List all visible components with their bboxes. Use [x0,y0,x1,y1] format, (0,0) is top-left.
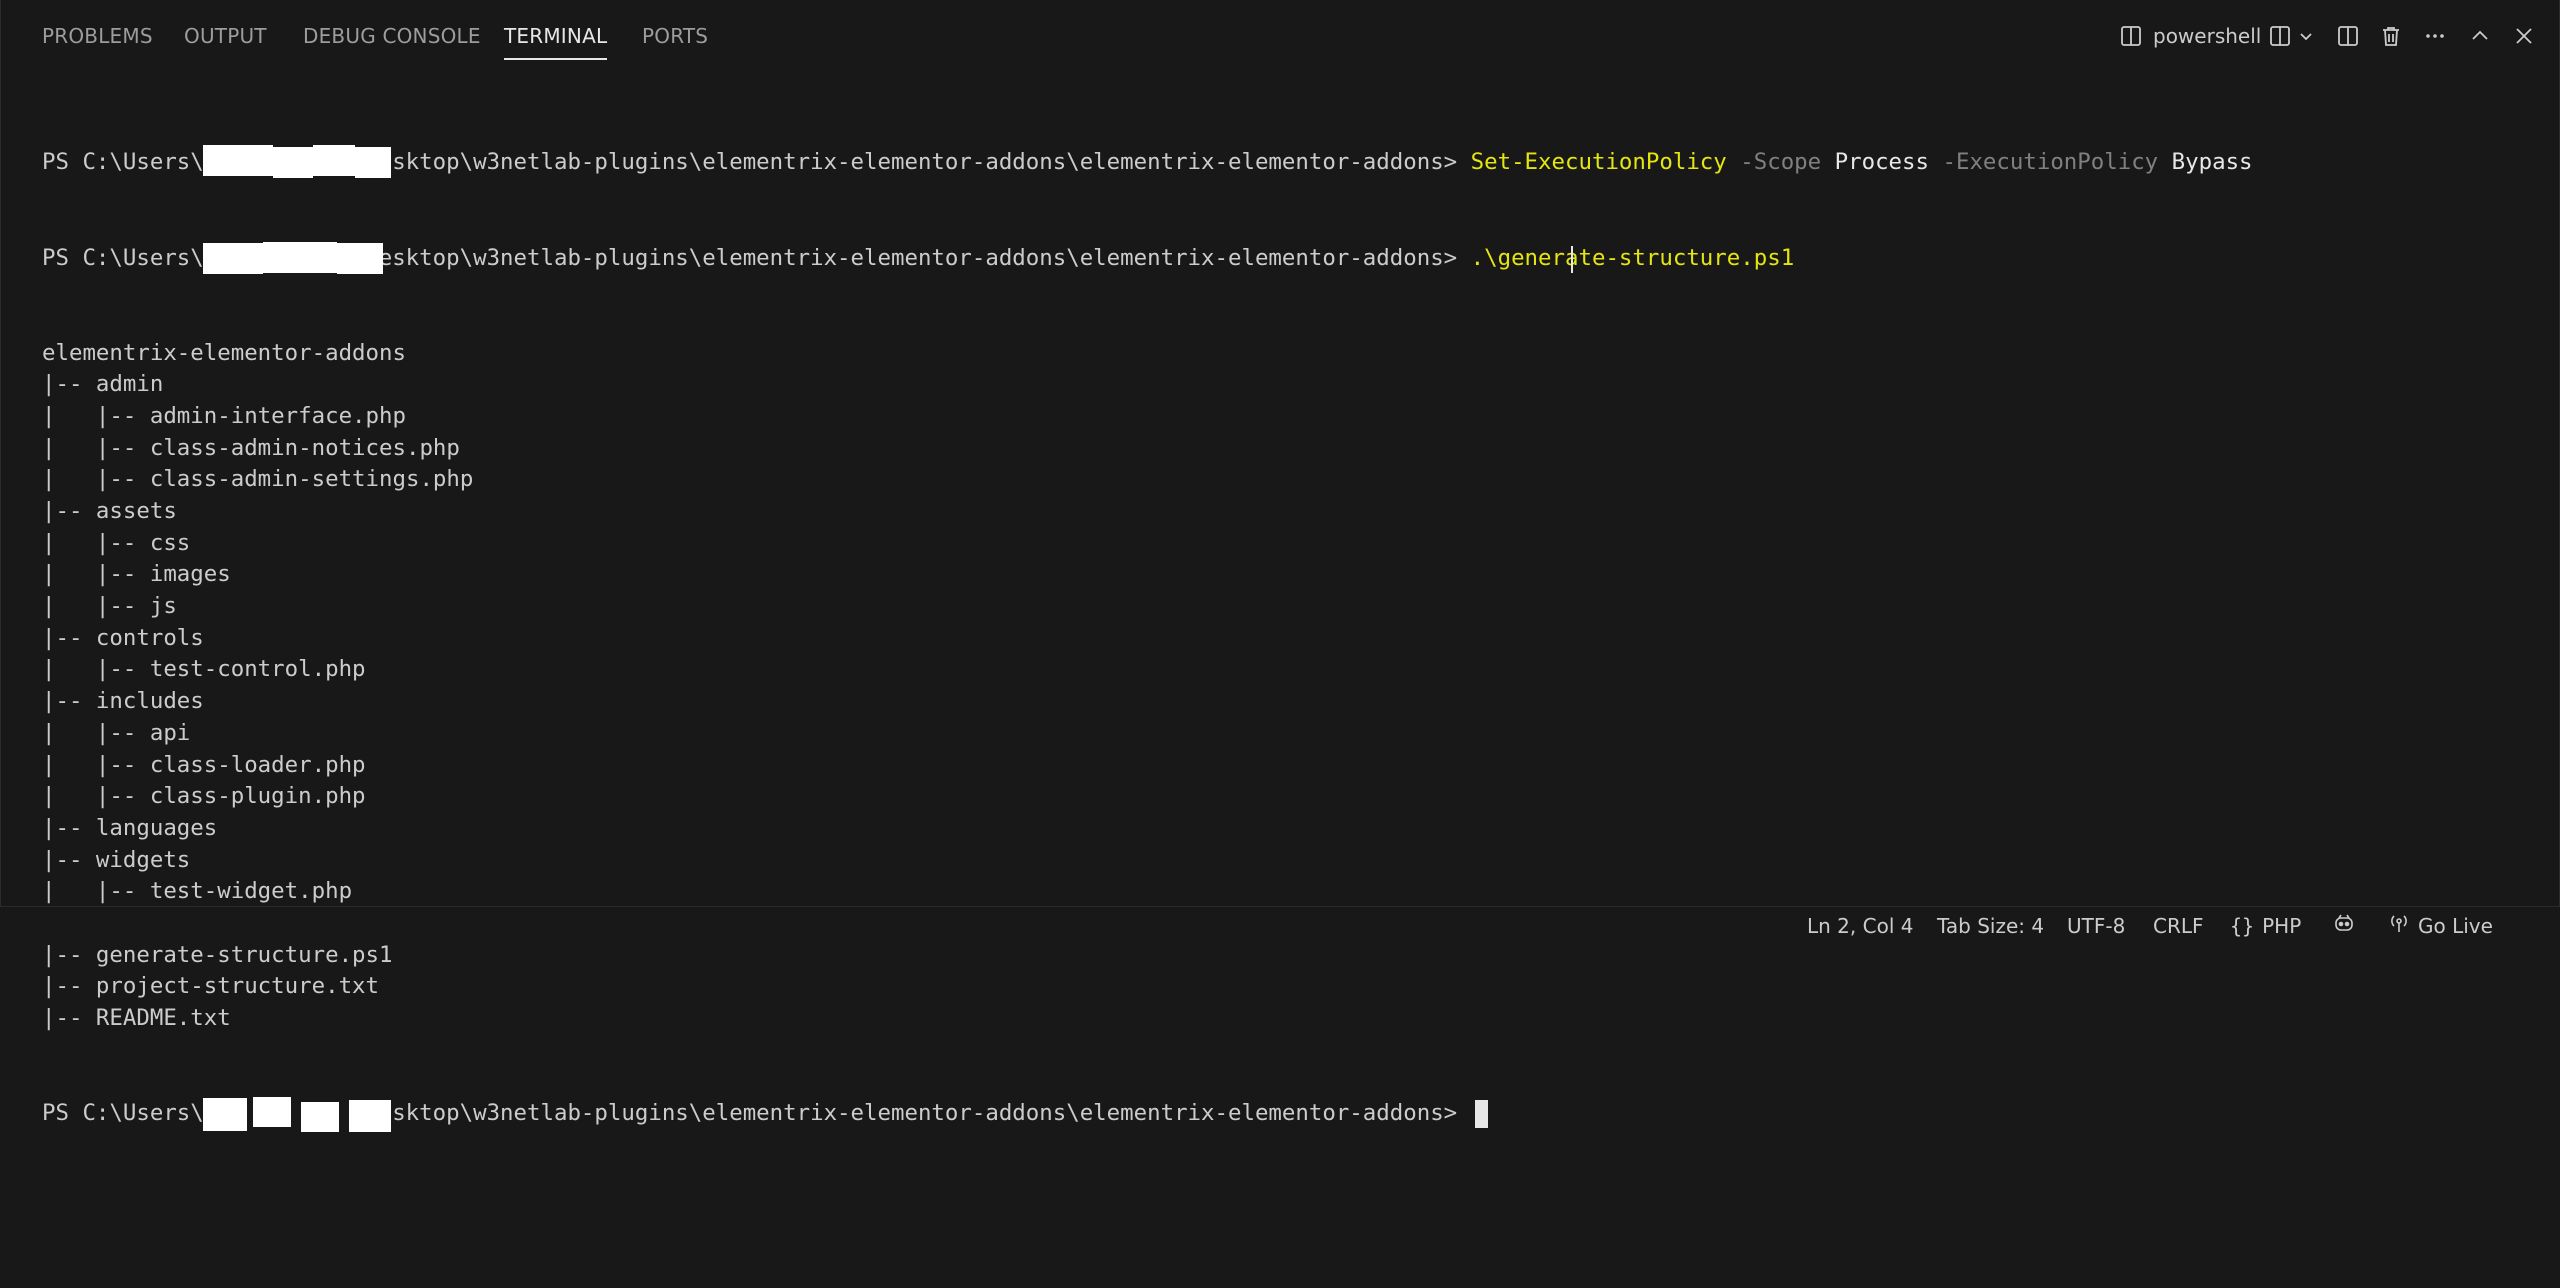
tree-line: elementrix-elementor-addons [42,339,406,366]
terminal-output[interactable]: PS C:\Users\ \Desktop\w3netlab-plugins\el… [42,84,2519,1193]
tree-line: | |-- images [42,561,231,588]
maximize-panel-button[interactable] [2468,16,2492,56]
prompt-prefix: PS C:\Users\ [42,149,204,176]
text-cursor-ibeam [1571,245,1573,273]
shell-name: powershell [2153,24,2262,48]
tree-line: | |-- class-admin-settings.php [42,466,474,493]
tree-line: | |-- js [42,593,177,620]
redaction-box [355,147,391,179]
prompt-path: \Desktop\w3netlab-plugins\elementrix-ele… [351,244,1471,271]
command-arg: Bypass [2158,149,2253,176]
tree-line: |-- admin [42,371,164,398]
broadcast-icon [2388,912,2418,939]
terminal-line: PS C:\Users\ \Desktop\w3netlab-plugins\el… [42,1097,2519,1133]
close-icon [2512,24,2536,48]
split-layout-icon [2268,24,2292,48]
redaction-box [203,145,273,177]
language-label: PHP [2262,913,2302,938]
terminal-shell-selector[interactable]: powershell [2119,16,2261,56]
redaction-box [349,1100,391,1133]
terminal-line: PS C:\Users\ \Desktop\w3netlab-plugins\el… [42,145,2519,179]
command-name: Set-ExecutionPolicy [1470,149,1727,176]
tree-line: |-- languages [42,814,218,841]
tab-debug-console[interactable]: DEBUG CONSOLE [303,24,481,48]
tree-line: | |-- api [42,719,191,746]
redaction-box [203,242,263,274]
tab-ports[interactable]: PORTS [642,24,708,48]
tree-line: |-- assets [42,498,177,525]
more-icon [2423,24,2447,48]
cursor-position[interactable]: Ln 2, Col 4 [1807,907,1913,944]
braces-icon: {} [2230,913,2255,938]
go-live-label: Go Live [2418,913,2493,938]
terminal-panel: PROBLEMS OUTPUT DEBUG CONSOLE TERMINAL P… [0,0,2560,1133]
copilot-icon [2333,912,2363,939]
tab-terminal[interactable]: TERMINAL [504,24,608,60]
line-ending[interactable]: CRLF [2153,907,2204,944]
more-actions-button[interactable] [2423,16,2447,56]
tree-line: | |-- class-plugin.php [42,783,366,810]
command-param: -Scope [1726,149,1822,176]
tree-line: | |-- class-admin-notices.php [42,434,460,461]
redaction-box [273,147,313,179]
tree-line: | |-- test-widget.php [42,878,353,905]
tree-line: |-- README.txt [42,1005,231,1032]
split-editor-icon [2336,24,2360,48]
panel-tab-bar: PROBLEMS OUTPUT DEBUG CONSOLE TERMINAL P… [1,0,2559,74]
split-editor-button[interactable] [2336,16,2360,56]
kill-terminal-button[interactable] [2379,16,2403,56]
go-live-button[interactable]: Go Live [2388,907,2493,944]
close-panel-button[interactable] [2512,16,2536,56]
trash-icon [2379,24,2403,48]
redaction-box [253,1097,291,1128]
tree-line: |-- generate-structure.ps1 [42,941,393,968]
command-name: .\generate-structure.ps1 [1470,244,1795,271]
file-encoding[interactable]: UTF-8 [2067,907,2125,944]
tree-line: | |-- class-loader.php [42,751,366,778]
copilot-button[interactable] [2333,907,2363,944]
prompt-prefix: PS C:\Users\ [42,1100,204,1127]
chevron-down-icon[interactable] [2298,28,2314,44]
redaction-box [263,241,337,273]
prompt-path: \Desktop\w3netlab-plugins\elementrix-ele… [351,149,1471,176]
redaction-box [203,1098,247,1132]
tree-line: | |-- admin-interface.php [42,402,406,429]
tree-line: | |-- test-control.php [42,656,366,683]
terminal-line: PS C:\Users\ \Desktop\w3netlab-plugins\el… [42,241,2519,275]
tree-line: |-- includes [42,688,204,715]
tab-output[interactable]: OUTPUT [184,24,267,48]
tab-problems[interactable]: PROBLEMS [42,24,153,48]
command-param: -ExecutionPolicy [1929,149,2159,176]
terminal-cursor [1474,1099,1488,1128]
tree-line: |-- controls [42,624,204,651]
prompt-path: \Desktop\w3netlab-plugins\elementrix-ele… [351,1100,1471,1127]
tab-size[interactable]: Tab Size: 4 [1937,907,2044,944]
maximize-icon [2468,24,2492,48]
terminal-split-icon [2119,24,2143,48]
tree-line: | |-- css [42,529,191,556]
split-terminal-button[interactable] [2268,16,2314,56]
language-mode[interactable]: {} PHP [2230,907,2301,944]
status-bar: Ln 2, Col 4 Tab Size: 4 UTF-8 CRLF {} PH… [0,906,2560,944]
redaction-box [313,145,355,177]
tree-line: |-- project-structure.txt [42,973,380,1000]
prompt-prefix: PS C:\Users\ [42,244,204,271]
command-arg: Process [1821,149,1929,176]
redaction-box [301,1102,339,1133]
redaction-box [337,242,383,274]
tree-line: |-- widgets [42,846,191,873]
